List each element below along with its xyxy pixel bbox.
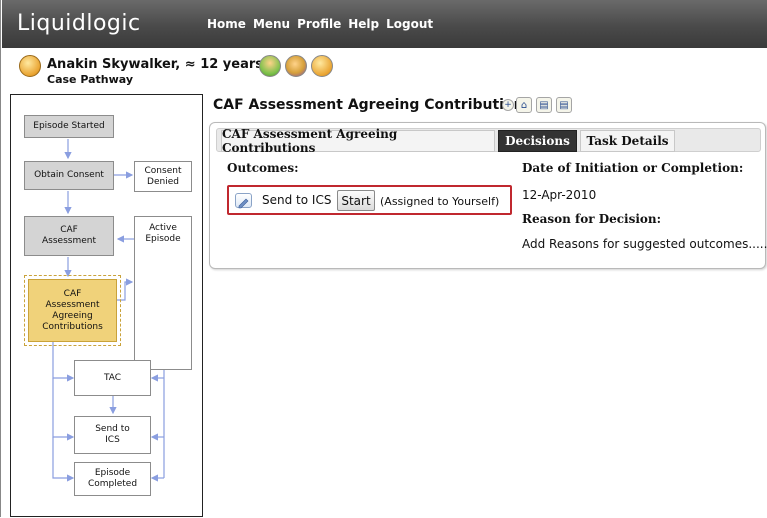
nav-help-link[interactable]: Help: [348, 17, 379, 31]
document-icon[interactable]: ▤: [536, 97, 552, 113]
start-button[interactable]: Start: [337, 190, 375, 211]
task-panel: CAF Assessment Agreeing Contributions De…: [209, 122, 767, 269]
date-label: Date of Initiation or Completion:: [522, 161, 744, 175]
case-icon[interactable]: [311, 55, 333, 77]
expand-icon[interactable]: +: [502, 99, 514, 111]
tab-bar: CAF Assessment Agreeing Contributions De…: [216, 127, 761, 155]
document-alt-icon[interactable]: ▤: [556, 97, 572, 113]
node-episode-started[interactable]: Episode Started: [24, 115, 114, 138]
node-caf-agreeing-contributions[interactable]: CAF Assessment Agreeing Contributions: [24, 275, 121, 346]
home-icon[interactable]: ⌂: [516, 97, 532, 113]
page-frame: Liquidlogic Home Menu Profile Help Logou…: [0, 0, 767, 517]
nav-logout-link[interactable]: Logout: [386, 17, 433, 31]
nav-menu-link[interactable]: Menu: [253, 17, 290, 31]
outcome-text: Send to ICS: [262, 193, 332, 207]
patient-name: Anakin Skywalker, ≈ 12 years: [47, 57, 264, 72]
node-obtain-consent[interactable]: Obtain Consent: [24, 161, 114, 190]
node-episode-completed[interactable]: Episode Completed: [74, 462, 151, 496]
case-pathway-diagram: Episode Started Obtain Consent Consent D…: [10, 94, 203, 517]
main-nav: Home Menu Profile Help Logout: [207, 17, 433, 31]
node-send-to-ics[interactable]: Send to ICS: [74, 416, 151, 454]
reason-value: Add Reasons for suggested outcomes......: [522, 237, 767, 251]
reason-label: Reason for Decision:: [522, 212, 662, 226]
assigned-text: (Assigned to Yourself): [380, 195, 500, 208]
arrow-agreeing-to-ics: [52, 378, 75, 441]
edit-icon[interactable]: [235, 193, 252, 209]
tab-task-details[interactable]: Task Details: [580, 130, 675, 152]
node-caf-assessment[interactable]: CAF Assessment: [24, 216, 114, 256]
arrow-agreeing-to-completed: [52, 437, 75, 482]
tab-decisions[interactable]: Decisions: [498, 130, 577, 152]
node-consent-denied[interactable]: Consent Denied: [134, 161, 192, 192]
arrow-agreeing-to-active: [117, 278, 134, 301]
page-title: CAF Assessment Agreeing Contributions: [213, 97, 532, 113]
app-logo[interactable]: Liquidlogic: [17, 11, 141, 36]
arrow-agreeing-to-tac: [52, 342, 75, 382]
outcomes-label: Outcomes:: [227, 161, 299, 175]
patient-icon: [19, 55, 41, 77]
tab-caf-assessment[interactable]: CAF Assessment Agreeing Contributions: [221, 127, 495, 155]
date-value: 12-Apr-2010: [522, 188, 597, 202]
node-active-episode[interactable]: Active Episode: [134, 216, 192, 370]
top-navigation-bar: Liquidlogic Home Menu Profile Help Logou…: [2, 0, 767, 48]
nav-home-link[interactable]: Home: [207, 17, 246, 31]
person-icon[interactable]: [259, 55, 281, 77]
node-tac[interactable]: TAC: [74, 360, 151, 396]
outcome-row: Send to ICS Start (Assigned to Yourself): [227, 185, 512, 215]
nav-profile-link[interactable]: Profile: [297, 17, 341, 31]
case-pathway-label: Case Pathway: [47, 73, 134, 86]
group-icon[interactable]: [285, 55, 307, 77]
